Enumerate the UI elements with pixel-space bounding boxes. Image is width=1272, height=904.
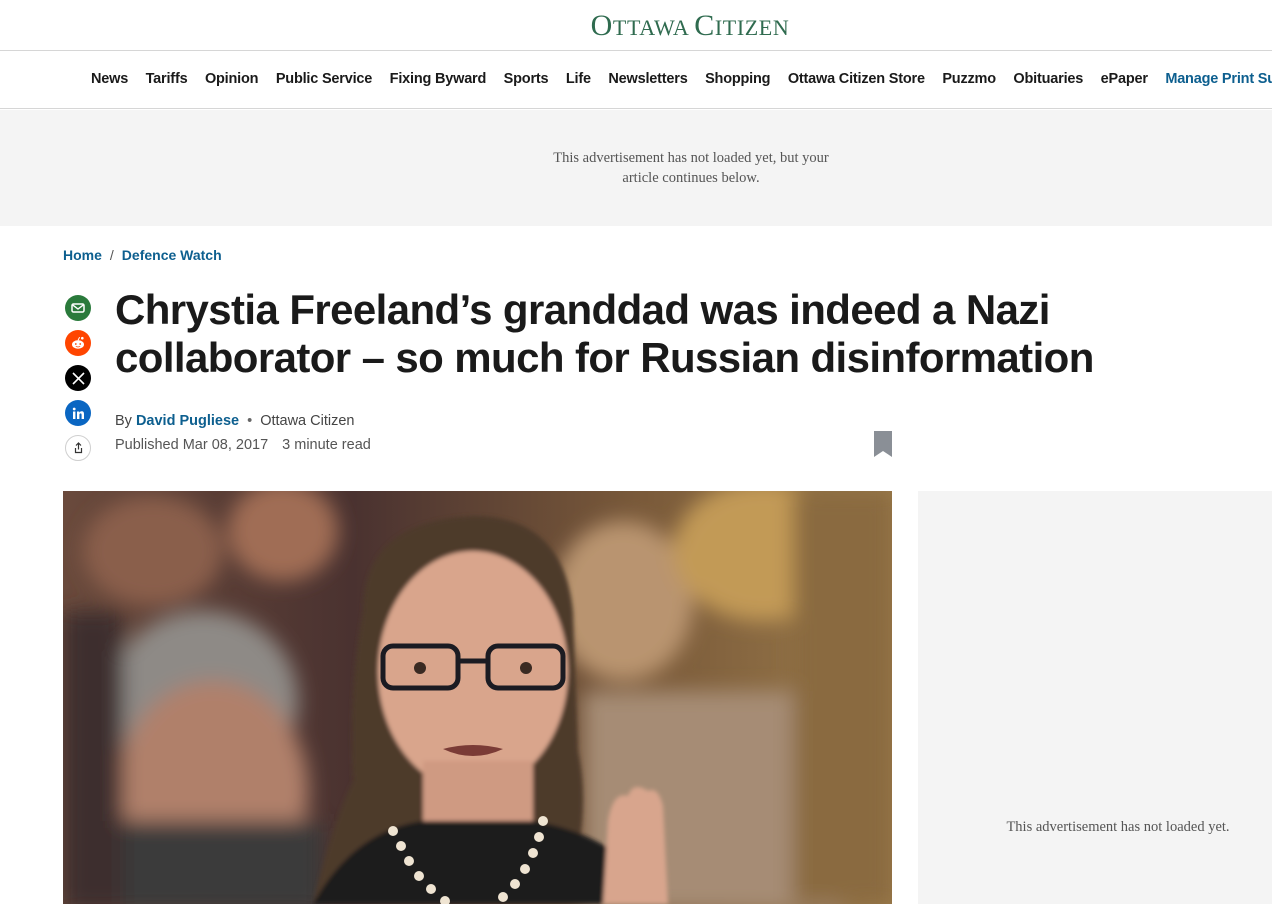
share-more-button[interactable] <box>65 435 91 461</box>
email-icon <box>71 303 85 313</box>
breadcrumb: Home / Defence Watch <box>63 247 222 263</box>
share-x-button[interactable] <box>65 365 91 391</box>
nav-item-manage-print-subscription[interactable]: Manage Print Subscript <box>1165 71 1272 87</box>
read-time: 3 minute read <box>282 437 371 453</box>
article-headline: Chrystia Freeland’s granddad was indeed … <box>115 286 1094 381</box>
nav-item-tariffs[interactable]: Tariffs <box>146 71 188 87</box>
ad-placeholder-side: This advertisement has not loaded yet. <box>918 491 1272 904</box>
site-logo[interactable]: OTTAWA CITIZEN <box>560 8 820 49</box>
nav-item-sports[interactable]: Sports <box>504 71 549 87</box>
hero-photo <box>63 491 892 904</box>
article-meta: Published Mar 08, 2017 3 minute read <box>115 437 371 453</box>
ad-side-text: This advertisement has not loaded yet. <box>1006 819 1230 835</box>
nav-item-news[interactable]: News <box>91 71 128 87</box>
nav-item-shopping[interactable]: Shopping <box>705 71 770 87</box>
byline-prefix: By <box>115 413 132 429</box>
nav-item-newsletters[interactable]: Newsletters <box>608 71 687 87</box>
breadcrumb-separator: / <box>109 247 114 263</box>
nav-item-fixing-byward[interactable]: Fixing Byward <box>390 71 487 87</box>
share-email-button[interactable] <box>65 295 91 321</box>
nav-item-puzzmo[interactable]: Puzzmo <box>942 71 996 87</box>
x-icon <box>71 371 85 385</box>
ottawa-citizen-logo: OTTAWA CITIZEN <box>591 9 790 42</box>
byline-separator: • <box>247 413 253 429</box>
publication-name: Ottawa Citizen <box>260 413 355 429</box>
bookmark-button[interactable] <box>872 430 894 458</box>
svg-text:OTTAWA CITIZEN: OTTAWA CITIZEN <box>591 9 790 42</box>
nav-list: News Tariffs Opinion Public Service Fixi… <box>91 71 1272 87</box>
share-icon <box>74 442 82 454</box>
linkedin-icon <box>72 407 84 419</box>
masthead: OTTAWA CITIZEN <box>0 0 1272 51</box>
nav-item-epaper[interactable]: ePaper <box>1101 71 1148 87</box>
share-linkedin-button[interactable] <box>65 400 91 426</box>
bookmark-icon <box>874 431 892 457</box>
nav-item-obituaries[interactable]: Obituaries <box>1013 71 1083 87</box>
byline: By David Pugliese • Ottawa Citizen <box>115 413 354 429</box>
main-nav: News Tariffs Opinion Public Service Fixi… <box>0 51 1272 109</box>
published-date: Published Mar 08, 2017 <box>115 437 269 453</box>
ad-placeholder-top: This advertisement has not loaded yet, b… <box>0 110 1272 226</box>
share-reddit-button[interactable] <box>65 330 91 356</box>
share-bar <box>65 295 91 470</box>
nav-item-life[interactable]: Life <box>566 71 591 87</box>
nav-item-store[interactable]: Ottawa Citizen Store <box>788 71 925 87</box>
article-hero-image <box>63 491 892 904</box>
nav-item-opinion[interactable]: Opinion <box>205 71 259 87</box>
breadcrumb-defence-watch[interactable]: Defence Watch <box>122 247 222 263</box>
breadcrumb-home[interactable]: Home <box>63 247 102 263</box>
author-link[interactable]: David Pugliese <box>136 413 239 429</box>
reddit-icon <box>72 336 84 349</box>
nav-item-public-service[interactable]: Public Service <box>276 71 373 87</box>
ad-placeholder-text: This advertisement has not loaded yet, b… <box>553 150 829 186</box>
